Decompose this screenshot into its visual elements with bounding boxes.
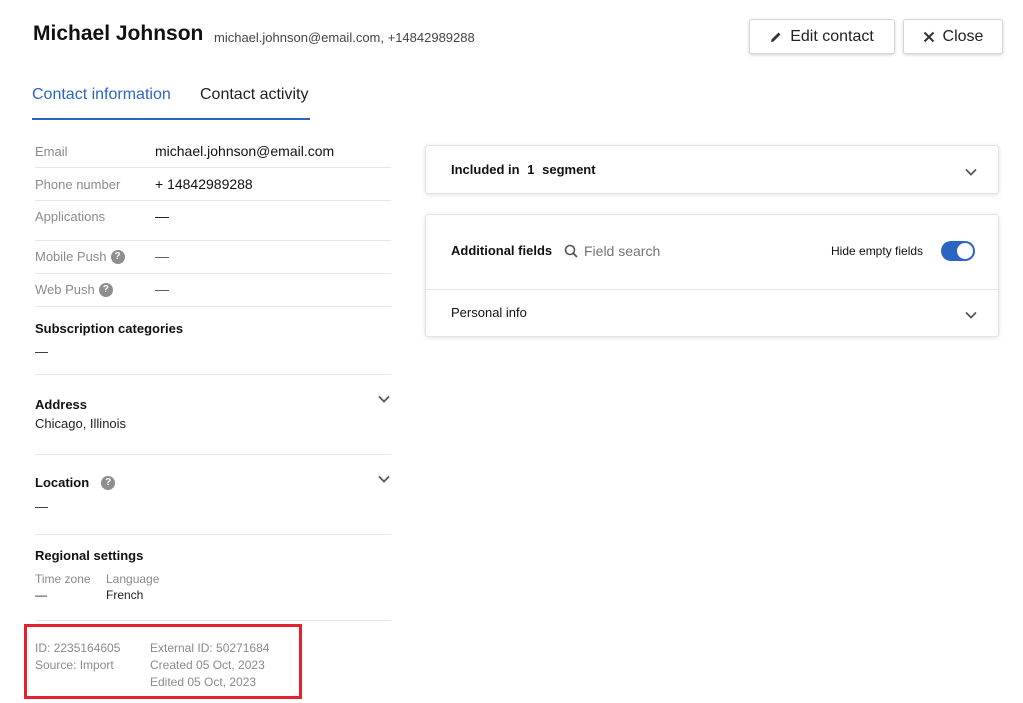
pencil-icon: [770, 31, 782, 43]
hide-empty-fields-toggle[interactable]: [941, 241, 975, 261]
segments-count: 1: [527, 162, 535, 177]
edit-contact-label: Edit contact: [790, 27, 874, 45]
location-value: —: [35, 499, 48, 514]
segments-prefix: Included in: [451, 162, 520, 177]
timezone-value: —: [35, 588, 47, 602]
mobile-push-label: Mobile Push ?: [35, 249, 125, 264]
address-section[interactable]: Address Chicago, Illinois: [35, 375, 391, 455]
help-icon[interactable]: ?: [98, 282, 113, 297]
edited-date: Edited 05 Oct, 2023: [150, 675, 257, 689]
tab-bar: Contact information Contact activity: [32, 84, 310, 120]
contact-meta-highlight: ID: 2235164605 Source: Import External I…: [24, 624, 302, 699]
location-section[interactable]: Location ? —: [35, 455, 391, 535]
phone-row: Phone number + 14842989288: [35, 168, 391, 201]
external-id: External ID: 50271684: [150, 641, 270, 655]
segments-card[interactable]: Included in 1 segment: [425, 145, 999, 194]
contact-source: Source: Import: [35, 658, 114, 672]
phone-value: + 14842989288: [155, 176, 253, 192]
field-search-input[interactable]: [584, 240, 784, 262]
close-button[interactable]: Close: [903, 19, 1003, 54]
chevron-down-icon[interactable]: [377, 472, 391, 486]
subscription-title: Subscription categories: [35, 321, 184, 336]
subscription-section: Subscription categories —: [35, 307, 391, 375]
chevron-down-icon[interactable]: [377, 392, 391, 406]
additional-fields-title: Additional fields: [451, 243, 553, 258]
mobile-push-row: Mobile Push ? —: [35, 241, 391, 274]
subscription-value: —: [35, 344, 48, 359]
email-row: Email michael.johnson@email.com: [35, 134, 391, 168]
web-push-row: Web Push ? —: [35, 274, 391, 307]
segments-suffix: segment: [542, 162, 596, 177]
regional-settings-title: Regional settings: [35, 548, 144, 563]
contact-name: Michael Johnson: [33, 22, 204, 45]
contact-subtitle: michael.johnson@email.com, +14842989288: [214, 30, 475, 45]
card-divider: [426, 289, 998, 290]
web-push-label: Web Push ?: [35, 282, 113, 297]
email-label: Email: [35, 144, 68, 159]
applications-label: Applications: [35, 209, 106, 224]
address-title: Address: [35, 397, 88, 412]
search-icon: [564, 244, 578, 258]
close-label: Close: [942, 27, 984, 45]
tab-contact-activity[interactable]: Contact activity: [200, 86, 308, 104]
chevron-down-icon[interactable]: [964, 165, 978, 179]
close-icon: [923, 31, 935, 43]
applications-row: Applications —: [35, 201, 391, 241]
address-value: Chicago, Illinois: [35, 416, 127, 431]
email-value: michael.johnson@email.com: [155, 143, 335, 159]
help-icon[interactable]: ?: [110, 249, 125, 264]
phone-label: Phone number: [35, 177, 121, 192]
language-value: French: [106, 588, 144, 602]
mobile-push-label-text: Mobile Push: [35, 249, 107, 264]
language-label: Language: [106, 572, 160, 586]
created-date: Created 05 Oct, 2023: [150, 658, 265, 672]
web-push-label-text: Web Push: [35, 282, 95, 297]
applications-value: —: [155, 208, 169, 224]
location-title: Location ?: [35, 475, 116, 490]
tab-contact-information[interactable]: Contact information: [32, 86, 171, 104]
edit-contact-button[interactable]: Edit contact: [749, 19, 895, 54]
segments-summary: Included in 1 segment: [451, 162, 596, 177]
personal-info-group[interactable]: Personal info: [451, 305, 527, 320]
location-title-text: Location: [35, 475, 90, 490]
mobile-push-value: —: [155, 248, 169, 264]
contact-id: ID: 2235164605: [35, 641, 121, 655]
toggle-knob: [957, 243, 973, 259]
timezone-label: Time zone: [35, 572, 91, 586]
hide-empty-fields-label: Hide empty fields: [831, 244, 924, 258]
help-icon[interactable]: ?: [101, 475, 116, 490]
additional-fields-card: Additional fields Hide empty fields Pers…: [425, 214, 999, 337]
chevron-down-icon[interactable]: [964, 308, 978, 322]
web-push-value: —: [155, 281, 169, 297]
regional-settings-section: Regional settings Time zone — Language F…: [35, 535, 391, 621]
